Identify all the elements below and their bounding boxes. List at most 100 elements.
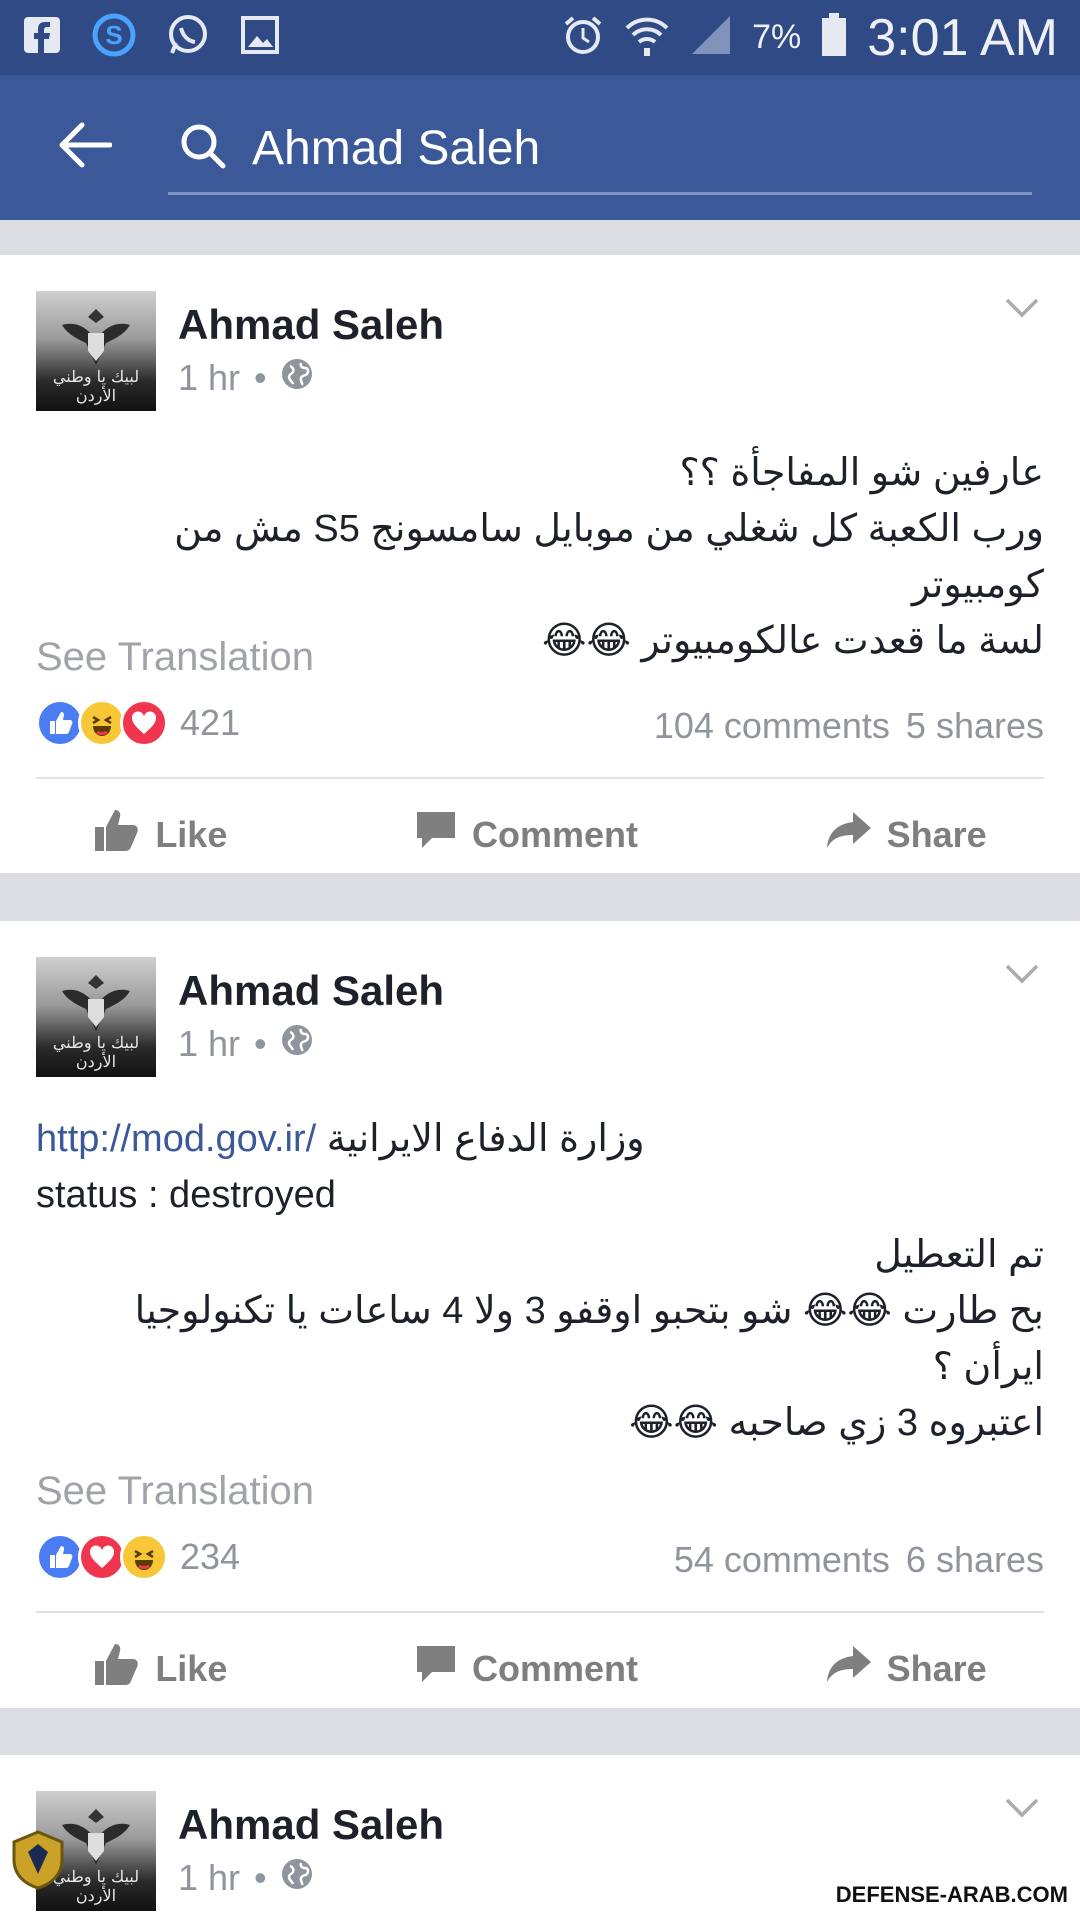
reaction-count: 234 [180, 1536, 241, 1577]
whatsapp-notification-icon [166, 13, 210, 62]
post-meta: 1 hr • [178, 1023, 313, 1065]
thumbs-up-icon [93, 807, 141, 862]
post-meta: 1 hr • [178, 357, 313, 399]
search-query-text: Ahmad Saleh [252, 122, 541, 175]
post-author[interactable]: Ahmad Saleh [178, 967, 444, 1015]
globe-icon [281, 1023, 313, 1065]
app-bar: Ahmad Saleh [0, 75, 1080, 220]
divider [36, 777, 1044, 779]
post-actions: Like Comment Share [0, 807, 1080, 862]
post-line: ورب الكعبة كل شغلي من موبايل سامسونج S5 … [174, 508, 1044, 606]
reaction-summary[interactable]: 234 [36, 1533, 240, 1581]
post-line: بح طارت 😂😂 شو بتحبو اوقفو 3 ولا 4 ساعات … [134, 1290, 1044, 1332]
post-body: http://mod.gov.ir/ وزارة الدفاع الايراني… [36, 1111, 1044, 1451]
clock: 3:01 AM [867, 8, 1058, 67]
crest-emblem [62, 309, 130, 365]
comment-bubble-icon [414, 809, 458, 860]
signal-icon [690, 14, 732, 61]
search-icon [168, 123, 226, 174]
watermark-text: DEFENSE-ARAB.COM [835, 1882, 1068, 1907]
facebook-notification-icon [22, 15, 62, 60]
divider [36, 1611, 1044, 1613]
battery-percent: 7% [752, 18, 802, 56]
chevron-down-icon [1004, 298, 1040, 323]
avatar[interactable]: لبيك يا وطني الأردن [36, 957, 156, 1077]
comment-button[interactable]: Comment [414, 807, 638, 862]
status-bar: S 7% 3:01 AM [0, 0, 1080, 75]
post-card: لبيك يا وطني الأردن Ahmad Saleh 1 hr • h… [0, 921, 1080, 1708]
share-button[interactable]: Share [825, 807, 987, 862]
chevron-down-icon [1004, 1798, 1040, 1823]
comment-count[interactable]: 104 comments [654, 705, 890, 747]
like-button[interactable]: Like [93, 807, 227, 862]
crest-emblem [62, 975, 130, 1031]
post-line: اعتبروه 3 زي صاحبه 😂😂 [629, 1402, 1044, 1444]
meta-separator: • [254, 1023, 267, 1064]
post-author[interactable]: Ahmad Saleh [178, 1801, 444, 1849]
crest-emblem [62, 1809, 130, 1865]
globe-icon [281, 1857, 313, 1899]
battery-icon [821, 13, 847, 62]
post-link-suffix: وزارة الدفاع الايرانية [326, 1118, 645, 1160]
see-translation-link[interactable]: See Translation [36, 1469, 314, 1514]
thumbs-up-icon [93, 1641, 141, 1696]
post-options-button[interactable] [1004, 297, 1040, 324]
post-options-button[interactable] [1004, 963, 1040, 990]
post-stats: 54 comments 6 shares [674, 1539, 1044, 1581]
watermark-shield-logo [12, 1830, 64, 1890]
love-reaction-icon [78, 1533, 126, 1581]
comment-bubble-icon [414, 1643, 458, 1694]
like-label: Like [155, 1647, 228, 1689]
alarm-icon [562, 14, 604, 61]
post-line: عارفين شو المفاجأة ؟؟ [679, 452, 1044, 494]
back-button[interactable] [40, 103, 130, 193]
like-reaction-icon [36, 699, 84, 747]
reaction-summary[interactable]: 421 [36, 699, 240, 747]
post-author[interactable]: Ahmad Saleh [178, 301, 444, 349]
share-count[interactable]: 5 shares [906, 705, 1044, 747]
arrow-left-icon [58, 122, 113, 173]
chevron-down-icon [1004, 964, 1040, 989]
post-actions: Like Comment Share [0, 1641, 1080, 1696]
post-time[interactable]: 1 hr [178, 1857, 240, 1899]
gallery-notification-icon [240, 15, 280, 60]
post-line: تم التعطيل [874, 1234, 1044, 1276]
like-label: Like [155, 813, 228, 855]
haha-reaction-icon [78, 699, 126, 747]
post-card: لبيك يا وطني الأردن Ahmad Saleh 1 hr • ع… [0, 255, 1080, 873]
comment-label: Comment [471, 813, 638, 855]
share-button[interactable]: Share [825, 1641, 987, 1696]
wifi-icon [624, 12, 670, 63]
avatar[interactable]: لبيك يا وطني الأردن [36, 291, 156, 411]
reaction-count: 421 [180, 702, 241, 743]
svg-text:S: S [105, 20, 122, 50]
post-time[interactable]: 1 hr [178, 357, 240, 399]
post-status-line: status : destroyed [36, 1174, 336, 1216]
post-stats: 104 comments 5 shares [654, 705, 1044, 747]
post-line: ايرأن ؟ [932, 1346, 1044, 1388]
meta-separator: • [254, 1857, 267, 1898]
avatar-caption: لبيك يا وطني الأردن [52, 367, 140, 405]
haha-reaction-icon [120, 1533, 168, 1581]
post-meta: 1 hr • [178, 1857, 313, 1899]
globe-icon [281, 357, 313, 399]
share-arrow-icon [825, 810, 873, 859]
post-options-button[interactable] [1004, 1797, 1040, 1824]
comment-button[interactable]: Comment [414, 1641, 638, 1696]
post-time[interactable]: 1 hr [178, 1023, 240, 1065]
share-label: Share [886, 1647, 987, 1689]
love-reaction-icon [120, 699, 168, 747]
like-button[interactable]: Like [93, 1641, 227, 1696]
share-arrow-icon [825, 1644, 873, 1693]
share-count[interactable]: 6 shares [906, 1539, 1044, 1581]
post-link-line: http://mod.gov.ir/ وزارة الدفاع الايراني… [36, 1111, 1044, 1167]
post-link[interactable]: http://mod.gov.ir/ [36, 1118, 316, 1160]
skype-notification-icon: S [92, 13, 136, 62]
comment-label: Comment [471, 1647, 638, 1689]
like-reaction-icon [36, 1533, 84, 1581]
search-input[interactable]: Ahmad Saleh [168, 105, 1032, 195]
share-label: Share [886, 813, 987, 855]
see-translation-link[interactable]: See Translation [36, 635, 314, 680]
avatar-caption: لبيك يا وطني الأردن [52, 1033, 140, 1071]
comment-count[interactable]: 54 comments [674, 1539, 890, 1581]
